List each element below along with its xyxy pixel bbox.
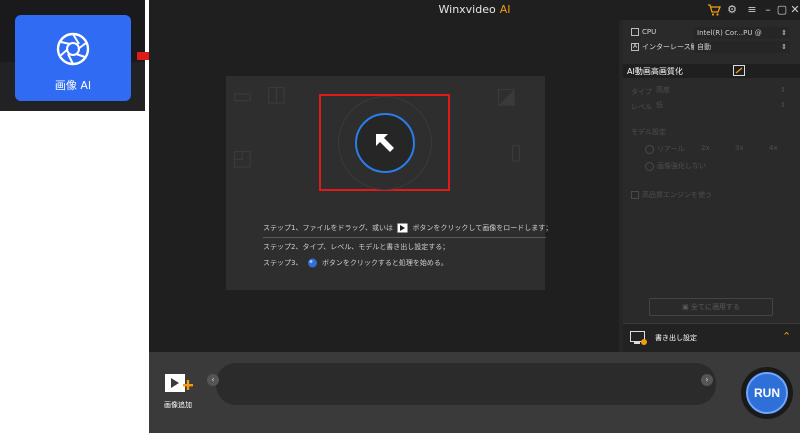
model-option-real[interactable]: リアール: [645, 144, 685, 154]
hw-engine-label: 高品質エンジンを使う: [642, 191, 712, 199]
film-deco-icon: ▯: [510, 140, 523, 165]
checkbox-icon: [631, 191, 639, 199]
close-icon[interactable]: ✕: [788, 3, 800, 17]
settings-icon[interactable]: ⚙: [725, 3, 739, 17]
film-deco-icon: ◰: [232, 146, 253, 171]
type-label: タイプ: [631, 88, 652, 96]
titlebar: Winxvideo AI ⚙ ≡ – ▢ ✕: [149, 0, 800, 20]
cpu-label: CPU: [642, 28, 657, 36]
settings-panel: CPU Intel(R) Cor...PU @ 3.20GHz⇕ Aインターレー…: [623, 20, 800, 352]
model-option-label: 2x: [701, 144, 710, 152]
model-option-label: 3x: [735, 144, 744, 152]
apply-all-button[interactable]: ▣ 全てに適用する: [649, 298, 773, 316]
step-2-text: ステップ2、タイプ、レベル、モデルと書き出し設定する；: [263, 242, 449, 252]
chevron-updown-icon: ⇕: [780, 86, 786, 94]
drop-panel[interactable]: ▭ ◫ ◪ ▯ ◰ ステップ1、ファイルをドラッグ、或いは ボタンをクリックして…: [226, 76, 552, 290]
run-button[interactable]: RUN: [741, 367, 793, 419]
model-label: モデル設定: [631, 128, 666, 136]
type-select[interactable]: 高度 ⇕: [653, 84, 789, 96]
image-ai-tile[interactable]: 画像 AI: [15, 15, 131, 101]
level-select[interactable]: 低 ⇕: [653, 99, 789, 111]
level-label: レベル: [631, 103, 652, 111]
model-option-label: 画像強化しない: [657, 162, 706, 170]
app-name: Winxvideo: [438, 3, 496, 16]
run-label: RUN: [746, 372, 788, 414]
cpu-row: CPU: [631, 28, 656, 36]
chevron-updown-icon: ⇕: [781, 43, 787, 51]
step-3-suffix: ボタンをクリックすると処理を始める。: [321, 259, 448, 267]
model-option-3x[interactable]: 3x: [735, 144, 744, 152]
image-ai-label: 画像 AI: [54, 79, 92, 92]
model-option-label: 4x: [769, 144, 778, 152]
chevron-left-icon[interactable]: ‹: [207, 374, 219, 386]
model-option-none[interactable]: 画像強化しない: [645, 161, 706, 171]
add-image-button[interactable]: 画像追加: [161, 372, 197, 412]
apply-all-label: 全てに適用する: [690, 303, 740, 311]
export-settings-bar[interactable]: 書き出し設定 ⌃: [623, 323, 800, 352]
radio-icon: [645, 144, 654, 154]
model-option-4x[interactable]: 4x: [769, 144, 778, 152]
step-divider: [263, 237, 546, 238]
maximize-icon[interactable]: ▢: [775, 3, 789, 17]
aperture-icon: [56, 32, 90, 66]
step-3-text: ステップ3、 ボタンをクリックすると処理を始める。: [263, 258, 448, 268]
chevron-updown-icon: ⇕: [781, 29, 787, 37]
expand-icon[interactable]: [733, 65, 745, 76]
clipboard-icon: ▣: [682, 303, 691, 311]
work-area: ▭ ◫ ◪ ▯ ◰ ステップ1、ファイルをドラッグ、或いは ボタンをクリックして…: [149, 20, 619, 352]
add-image-icon: [165, 374, 193, 392]
export-settings-label: 書き出し設定: [655, 334, 697, 342]
film-deco-icon: ◪: [496, 84, 517, 109]
menu-icon[interactable]: ≡: [745, 3, 759, 17]
app-title: Winxvideo AI: [149, 3, 800, 16]
step-1-suffix: ボタンをクリックして画像をロードします；: [412, 224, 553, 232]
step-1-text: ステップ1、ファイルをドラッグ、或いは ボタンをクリックして画像をロードします；: [263, 223, 552, 233]
app-suffix: AI: [499, 3, 511, 16]
type-value: 高度: [656, 86, 670, 94]
chevron-up-icon[interactable]: ⌃: [782, 330, 791, 343]
thumbnail-strip: [216, 363, 716, 405]
load-file-target[interactable]: [319, 94, 450, 191]
bottom-bar: 画像追加 ‹ › RUN: [149, 352, 800, 433]
minimize-icon[interactable]: –: [761, 3, 775, 17]
interlace-icon: A: [631, 43, 639, 51]
hw-engine-row[interactable]: 高品質エンジンを使う: [631, 190, 712, 200]
radio-icon: [645, 161, 654, 171]
screenshot-canvas: 画像 AI Winxvideo AI ⚙ ≡ – ▢ ✕ ▭ ◫ ◪ ▯ ◰ ス…: [0, 0, 800, 433]
step-2-prefix: ステップ2、タイプ、レベル、モデルと書き出し設定する；: [263, 243, 450, 251]
add-image-label: 画像追加: [164, 401, 192, 409]
cpu-checkbox[interactable]: [631, 28, 639, 36]
app-window: Winxvideo AI ⚙ ≡ – ▢ ✕ ▭ ◫ ◪ ▯ ◰ ステップ1、フ…: [149, 0, 800, 433]
chevron-updown-icon: ⇕: [780, 101, 786, 109]
interlace-select[interactable]: 自動 ⇕: [694, 41, 790, 53]
step-1-prefix: ステップ1、ファイルをドラッグ、或いは: [263, 224, 393, 232]
cpu-select[interactable]: Intel(R) Cor...PU @ 3.20GHz⇕: [694, 27, 790, 49]
add-file-icon: [397, 223, 408, 233]
film-deco-icon: ▭: [232, 84, 253, 109]
ai-section-header: AI動画高画質化: [623, 64, 800, 78]
model-option-label: リアール: [657, 145, 685, 153]
model-option-2x[interactable]: 2x: [701, 144, 710, 152]
ai-section-title: AI動画高画質化: [627, 67, 683, 76]
step-3-prefix: ステップ3、: [263, 259, 303, 267]
chevron-right-icon[interactable]: ›: [701, 374, 713, 386]
cart-icon[interactable]: [707, 3, 721, 17]
run-ball-icon: [307, 258, 317, 268]
interlace-value: 自動: [697, 43, 711, 51]
upload-arrow-icon: [376, 134, 394, 152]
export-settings-icon: [630, 331, 647, 345]
icon-inset: 画像 AI: [0, 0, 145, 111]
film-deco-icon: ◫: [266, 82, 287, 107]
level-value: 低: [656, 101, 663, 109]
